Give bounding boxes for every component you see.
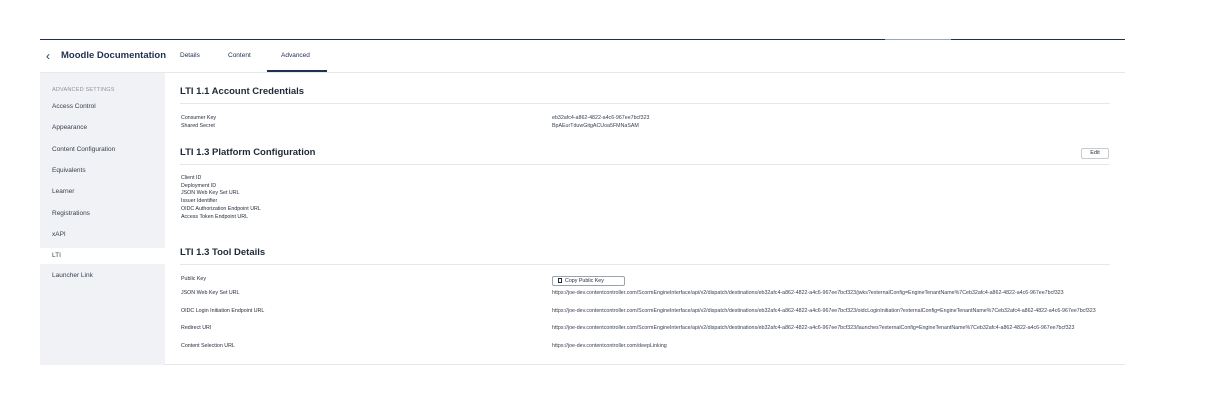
- lti-content: LTI 1.1 Account Credentials Consumer Key…: [165, 73, 1125, 365]
- course-title: Moodle Documentation: [61, 50, 167, 61]
- lti11-title: LTI 1.1 Account Credentials: [180, 86, 305, 97]
- divider: [180, 103, 1110, 104]
- divider: [180, 164, 1110, 165]
- sidebar-item-registrations[interactable]: Registrations: [40, 206, 165, 222]
- copy-icon: [558, 278, 562, 283]
- sidebar-item-content-configuration[interactable]: Content Configuration: [40, 142, 165, 158]
- oidc-authorization-endpoint-label: OIDC Authorization Endpoint URL: [181, 206, 261, 212]
- oidc-login-initiation-value: https://joe-dev.contentcontroller.com/Sc…: [552, 308, 1096, 314]
- sidebar-item-learner[interactable]: Learner: [40, 184, 165, 200]
- advanced-settings-sidebar: ADVANCED SETTINGS Access Control Appeara…: [40, 73, 165, 365]
- shared-secret-value: BpAEurTduwGitgACUoa5FMNaSAM: [552, 123, 639, 129]
- chevron-left-icon[interactable]: ‹: [46, 49, 50, 63]
- tab-details[interactable]: Details: [180, 52, 200, 59]
- content-selection-url-label: Content Selection URL: [181, 343, 235, 349]
- sidebar-item-appearance[interactable]: Appearance: [40, 120, 165, 136]
- copy-public-key-button[interactable]: Copy Public Key: [552, 276, 625, 286]
- client-id-label: Client ID: [181, 175, 202, 181]
- oidc-login-initiation-label: OIDC Login Initiation Endpoint URL: [181, 308, 265, 314]
- sidebar-heading: ADVANCED SETTINGS: [52, 87, 115, 93]
- sidebar-item-launcher-link[interactable]: Launcher Link: [40, 268, 165, 284]
- lti13-tool-title: LTI 1.3 Tool Details: [180, 247, 266, 258]
- shared-secret-label: Shared Secret: [181, 123, 215, 129]
- divider: [180, 264, 1110, 265]
- access-token-endpoint-label: Access Token Endpoint URL: [181, 214, 249, 220]
- sidebar-item-xapi[interactable]: xAPI: [40, 227, 165, 243]
- redirect-uri-label: Redirect URI: [181, 325, 212, 331]
- sidebar-item-equivalents[interactable]: Equivalents: [40, 163, 165, 179]
- json-web-key-set-url-label: JSON Web Key Set URL: [181, 190, 240, 196]
- sidebar-item-lti[interactable]: LTI: [40, 248, 165, 264]
- course-header: ‹ Moodle Documentation Details Content A…: [40, 40, 1125, 72]
- content-selection-url-value: https://joe-dev.contentcontroller.com/de…: [552, 343, 667, 349]
- lti13-platform-title: LTI 1.3 Platform Configuration: [180, 147, 316, 158]
- consumer-key-label: Consumer Key: [181, 115, 217, 121]
- consumer-key-value: eb32afc4-a862-4822-a4c6-967ee7bcf323: [552, 115, 650, 121]
- tab-content[interactable]: Content: [228, 52, 251, 59]
- jwks-url-label: JSON Web Key Set URL: [181, 290, 240, 296]
- jwks-url-value: https://joe-dev.contentcontroller.com/Sc…: [552, 290, 1064, 296]
- tab-advanced[interactable]: Advanced: [281, 52, 310, 59]
- redirect-uri-value: https://joe-dev.contentcontroller.com/Sc…: [552, 325, 1075, 331]
- public-key-label: Public Key: [181, 276, 207, 282]
- edit-button[interactable]: Edit: [1081, 148, 1109, 159]
- deployment-id-label: Deployment ID: [181, 183, 217, 189]
- issuer-identifier-label: Issuer Identifier: [181, 198, 218, 204]
- settings-panel: ADVANCED SETTINGS Access Control Appeara…: [40, 72, 1125, 365]
- copy-public-key-label: Copy Public Key: [565, 278, 604, 284]
- sidebar-item-access-control[interactable]: Access Control: [40, 99, 165, 115]
